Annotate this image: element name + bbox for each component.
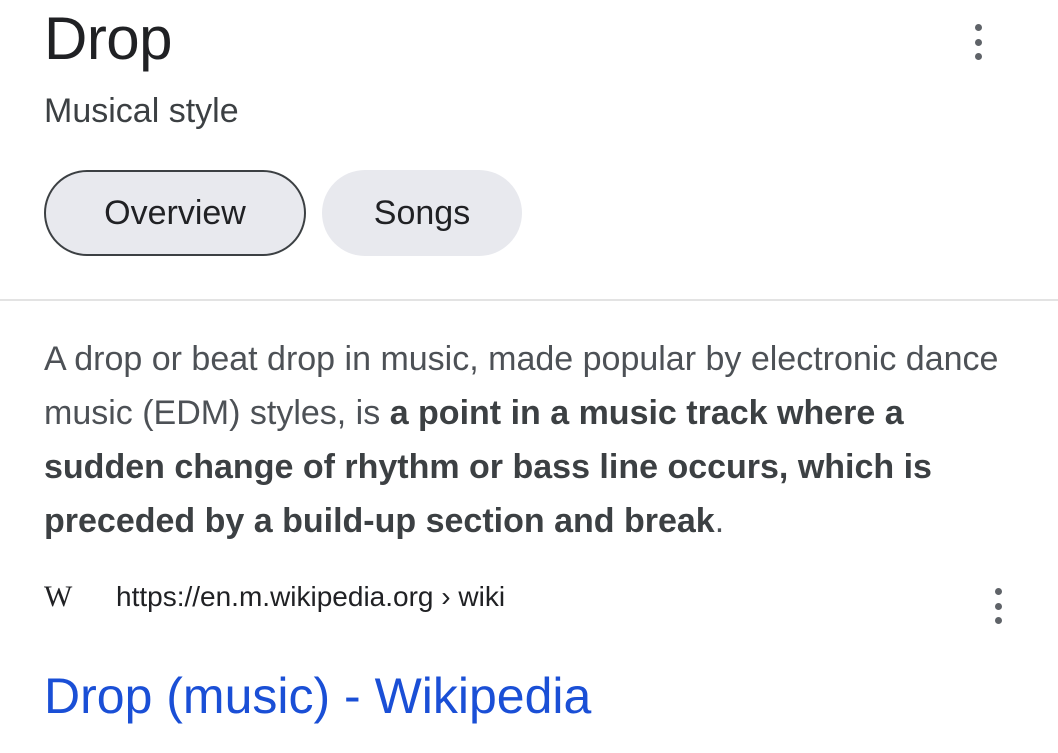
tab-overview-label: Overview (104, 193, 246, 232)
divider (0, 299, 1058, 301)
tab-overview[interactable]: Overview (44, 170, 306, 256)
tab-songs[interactable]: Songs (322, 170, 522, 256)
featured-snippet: A drop or beat drop in music, made popul… (44, 332, 1024, 548)
panel-title: Drop (44, 5, 173, 72)
wikipedia-icon: W (44, 580, 72, 613)
panel-tabs: Overview Songs (44, 170, 522, 256)
result-source[interactable]: W https://en.m.wikipedia.org › wiki (44, 580, 505, 614)
result-title-link[interactable]: Drop (music) - Wikipedia (44, 664, 591, 728)
more-options-icon[interactable] (972, 24, 984, 60)
tab-songs-label: Songs (373, 193, 471, 232)
result-url[interactable]: https://en.m.wikipedia.org › wiki (116, 581, 505, 613)
panel-subtitle: Musical style (44, 92, 239, 130)
result-more-options-icon[interactable] (992, 588, 1004, 624)
snippet-text-after: . (714, 502, 725, 540)
